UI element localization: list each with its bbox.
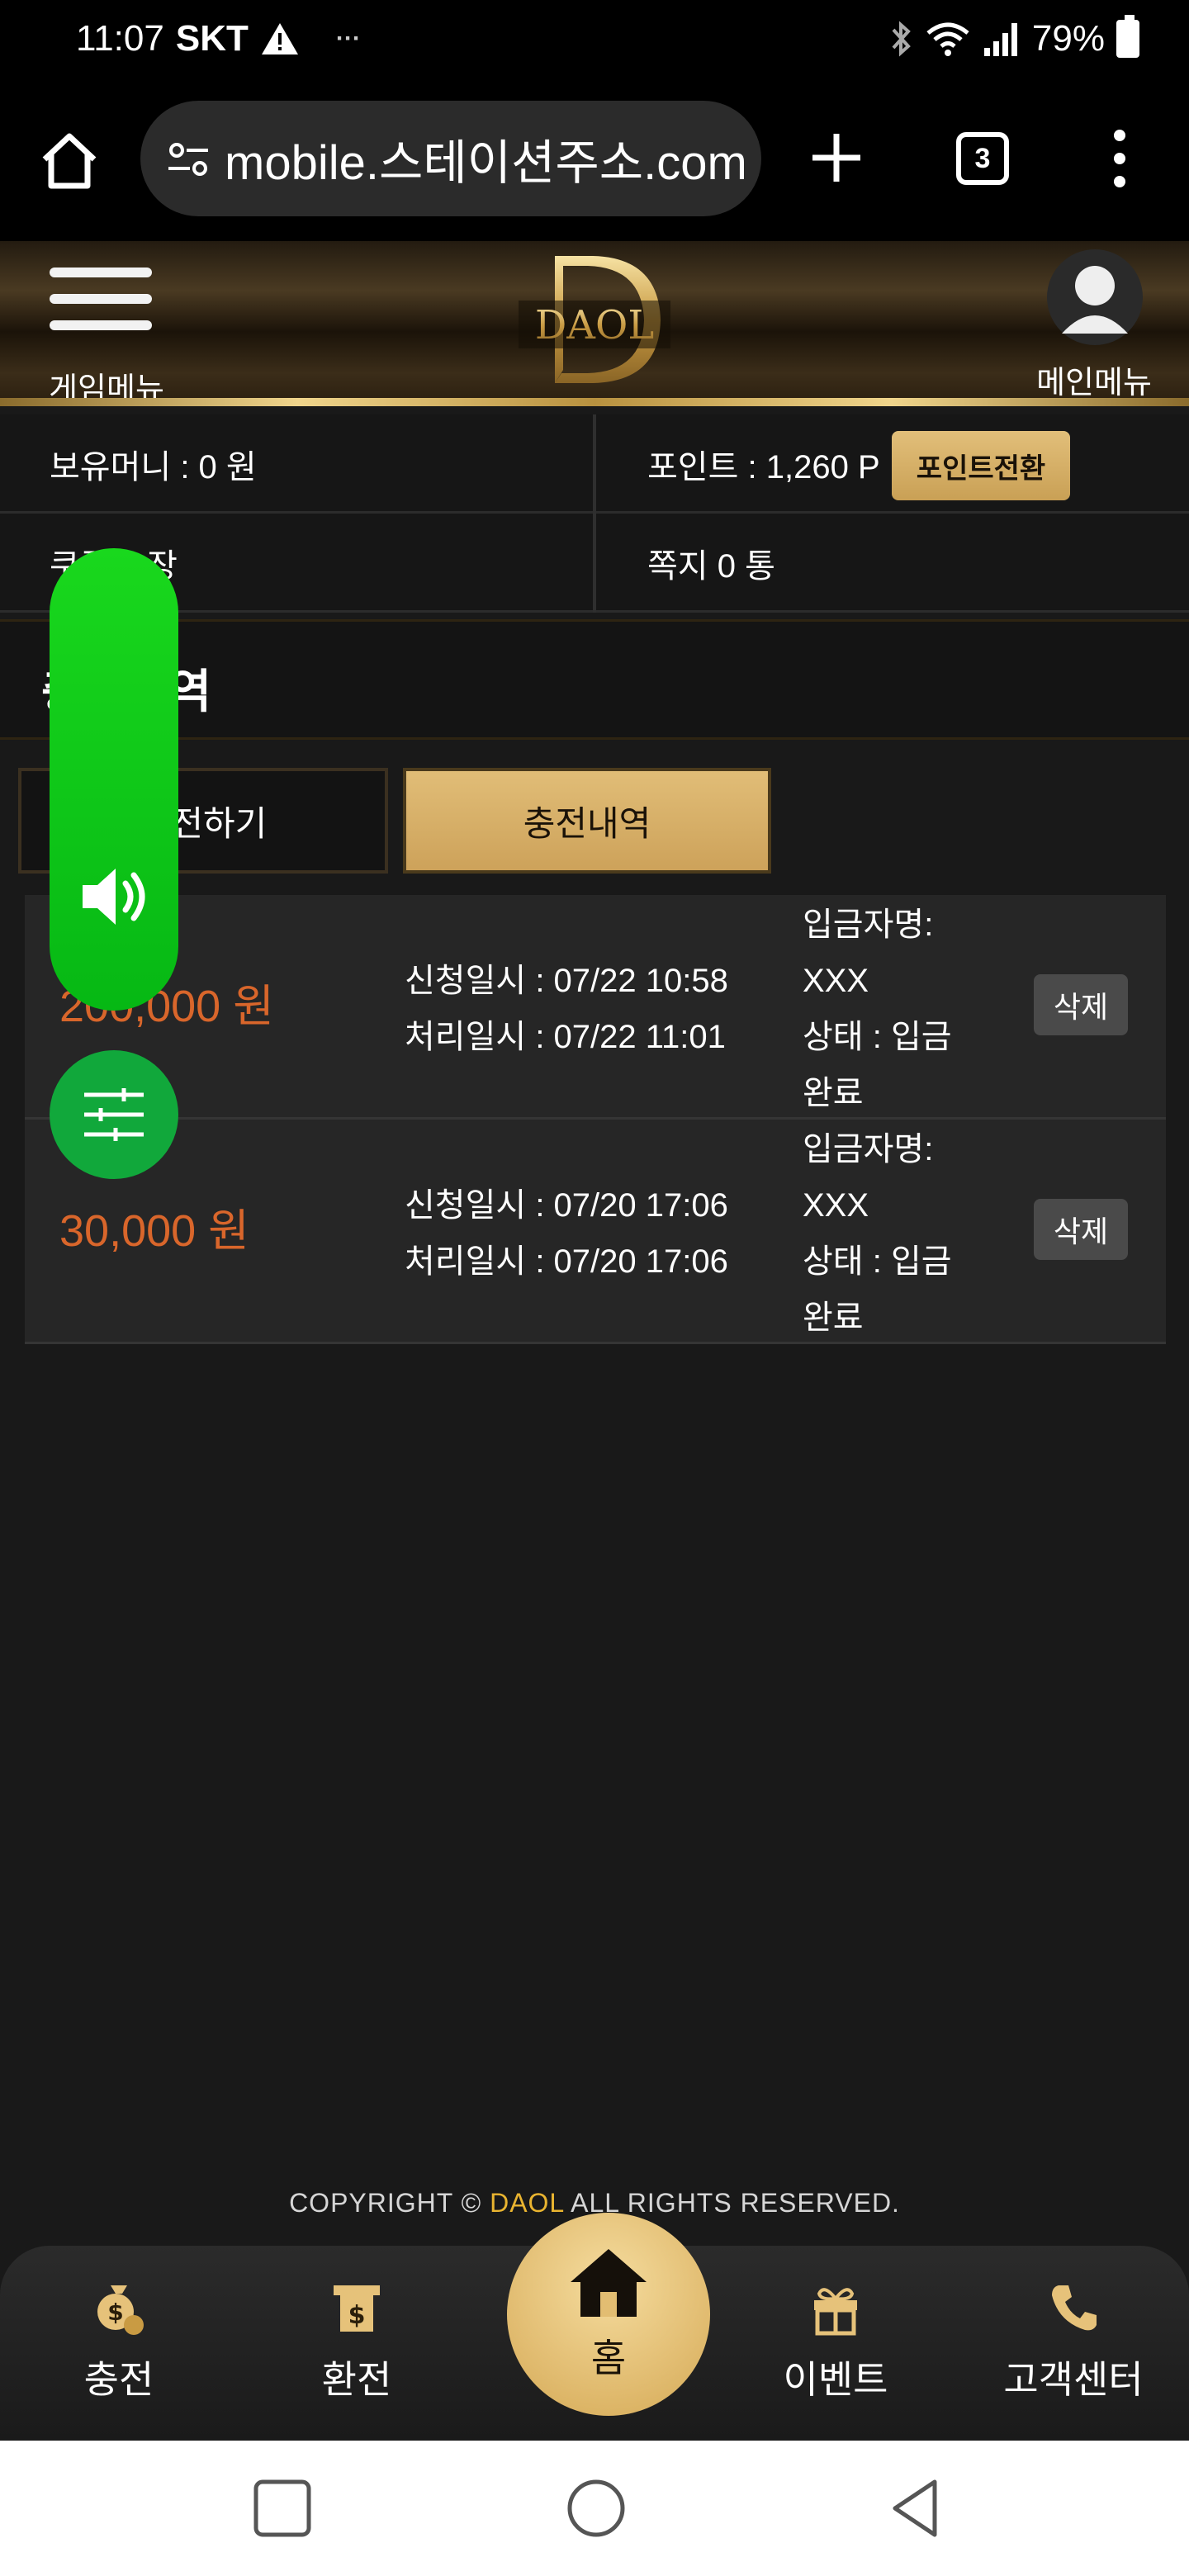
points-balance: 포인트 : 1,260 P <box>647 449 880 485</box>
delete-button[interactable]: 삭제 <box>1034 974 1128 1035</box>
battery-percent: 79% <box>1031 18 1105 59</box>
status-bar: 11:07 SKT ··· 79% <box>0 0 1189 83</box>
new-tab-icon[interactable] <box>808 129 865 187</box>
speaker-icon <box>83 869 145 925</box>
tab-switcher-button[interactable]: 3 <box>956 132 1009 185</box>
tab-count: 3 <box>974 142 991 174</box>
home-icon <box>571 2249 647 2317</box>
nav-event[interactable]: 이벤트 <box>753 2279 918 2427</box>
nav-home[interactable]: 홈 <box>507 2213 710 2416</box>
copyright-prefix: COPYRIGHT © <box>289 2188 490 2218</box>
nav-charge[interactable]: $ 충전 <box>36 2279 201 2427</box>
site-settings-icon[interactable] <box>163 134 213 183</box>
back-icon[interactable] <box>882 2475 948 2541</box>
nav-charge-label: 충전 <box>83 2358 154 2401</box>
request-time: 신청일시 : 07/20 17:06 <box>405 1187 728 1224</box>
depositor-info: 입금자명: XXX 상태 : 입금 완료 <box>803 1121 968 1346</box>
depositor-label: 입금자명: <box>803 907 934 943</box>
depositor-name: XXX <box>803 963 869 999</box>
status-text: 상태 : 입금 <box>803 1243 952 1280</box>
nav-exchange[interactable]: $ 환전 <box>274 2279 439 2427</box>
section-header: 충전내역 <box>0 619 1189 740</box>
bottom-navigation: $ 충전 $ 환전 홈 이벤트 고객센터 <box>0 2213 1189 2441</box>
address-bar[interactable]: mobile.스테이션주소.com <box>140 101 761 216</box>
depositor-name: XXX <box>803 1187 869 1224</box>
status-right: 79% <box>888 15 1139 59</box>
divider <box>593 514 596 613</box>
charge-history-list: 200,000 원 신청일시 : 07/22 10:58 처리일시 : 07/2… <box>25 895 1166 1344</box>
site-header: 게임메뉴 DAOL 메인메뉴 <box>0 241 1189 407</box>
recent-apps-icon[interactable] <box>249 2475 315 2541</box>
request-time: 신청일시 : 07/22 10:58 <box>405 963 728 999</box>
main-menu-button[interactable]: 메인메뉴 <box>1024 249 1164 400</box>
browser-home-icon[interactable] <box>36 128 102 194</box>
nav-home-label: 홈 <box>590 2337 627 2379</box>
tab-charge-history[interactable]: 충전내역 <box>403 768 771 874</box>
hamburger-icon <box>50 268 152 330</box>
url-text: mobile.스테이션주소.com <box>225 136 747 190</box>
android-nav-bar <box>0 2441 1189 2576</box>
nav-support[interactable]: 고객센터 <box>991 2279 1156 2427</box>
floating-sound-toggle[interactable] <box>50 548 178 1011</box>
history-row: 200,000 원 신청일시 : 07/22 10:58 처리일시 : 07/2… <box>25 895 1166 1120</box>
bluetooth-icon <box>892 21 911 57</box>
nav-event-label: 이벤트 <box>783 2358 888 2401</box>
svg-text:$: $ <box>348 2301 366 2330</box>
divider <box>593 414 596 514</box>
money-bag-icon: $ <box>97 2285 144 2335</box>
processed-time: 처리일시 : 07/22 11:01 <box>405 1019 726 1055</box>
battery-icon <box>1116 15 1139 58</box>
svg-text:$: $ <box>107 2299 123 2326</box>
gift-icon <box>814 2288 857 2336</box>
signal-icon <box>983 23 1017 56</box>
message-count[interactable]: 쪽지 0 통 <box>647 514 775 613</box>
sliders-icon <box>84 1088 144 1141</box>
status-text-cont: 완료 <box>803 1300 864 1336</box>
processed-time: 처리일시 : 07/20 17:06 <box>405 1243 728 1280</box>
delete-button[interactable]: 삭제 <box>1034 1199 1128 1260</box>
warning-icon <box>261 23 298 54</box>
floating-settings-button[interactable] <box>50 1050 178 1179</box>
point-convert-button[interactable]: 포인트전환 <box>892 431 1070 500</box>
phone-icon <box>1052 2285 1097 2331</box>
depositor-label: 입금자명: <box>803 1131 934 1167</box>
android-home-icon[interactable] <box>563 2475 629 2541</box>
history-dates: 신청일시 : 07/22 10:58 처리일시 : 07/22 11:01 <box>405 953 728 1065</box>
history-dates: 신청일시 : 07/20 17:06 처리일시 : 07/20 17:06 <box>405 1177 728 1290</box>
logo-text: DAOL <box>535 302 654 348</box>
nav-exchange-label: 환전 <box>321 2358 392 2401</box>
status-text: 상태 : 입금 <box>803 1019 952 1055</box>
history-row: 30,000 원 신청일시 : 07/20 17:06 처리일시 : 07/20… <box>25 1120 1166 1344</box>
status-carrier: SKT <box>175 18 249 59</box>
status-text-cont: 완료 <box>803 1075 864 1111</box>
wifi-icon <box>926 22 969 56</box>
messages-info-row: 쿠폰 0 장 쪽지 0 통 <box>0 514 1189 613</box>
main-menu-label: 메인메뉴 <box>1036 366 1152 400</box>
status-time: 11:07 <box>76 18 164 59</box>
cash-withdraw-icon: $ <box>334 2285 380 2332</box>
status-dots: ··· <box>335 25 361 52</box>
more-menu-icon[interactable] <box>1108 127 1131 190</box>
wallet-info-row: 보유머니 : 0 원 포인트 : 1,260 P 포인트전환 <box>0 414 1189 514</box>
user-avatar-icon <box>1047 249 1143 345</box>
money-balance: 보유머니 : 0 원 <box>50 449 257 485</box>
browser-toolbar: mobile.스테이션주소.com 3 <box>0 83 1189 241</box>
game-menu-button[interactable]: 게임메뉴 <box>36 264 177 407</box>
copyright-brand: DAOL <box>490 2188 565 2218</box>
charge-amount: 30,000 원 <box>59 1206 249 1256</box>
game-menu-label: 게임메뉴 <box>49 372 164 407</box>
daol-logo[interactable]: DAOL <box>512 249 677 390</box>
nav-support-label: 고객센터 <box>1003 2358 1144 2401</box>
depositor-info: 입금자명: XXX 상태 : 입금 완료 <box>803 897 968 1121</box>
status-left: 11:07 SKT ··· <box>76 18 361 59</box>
